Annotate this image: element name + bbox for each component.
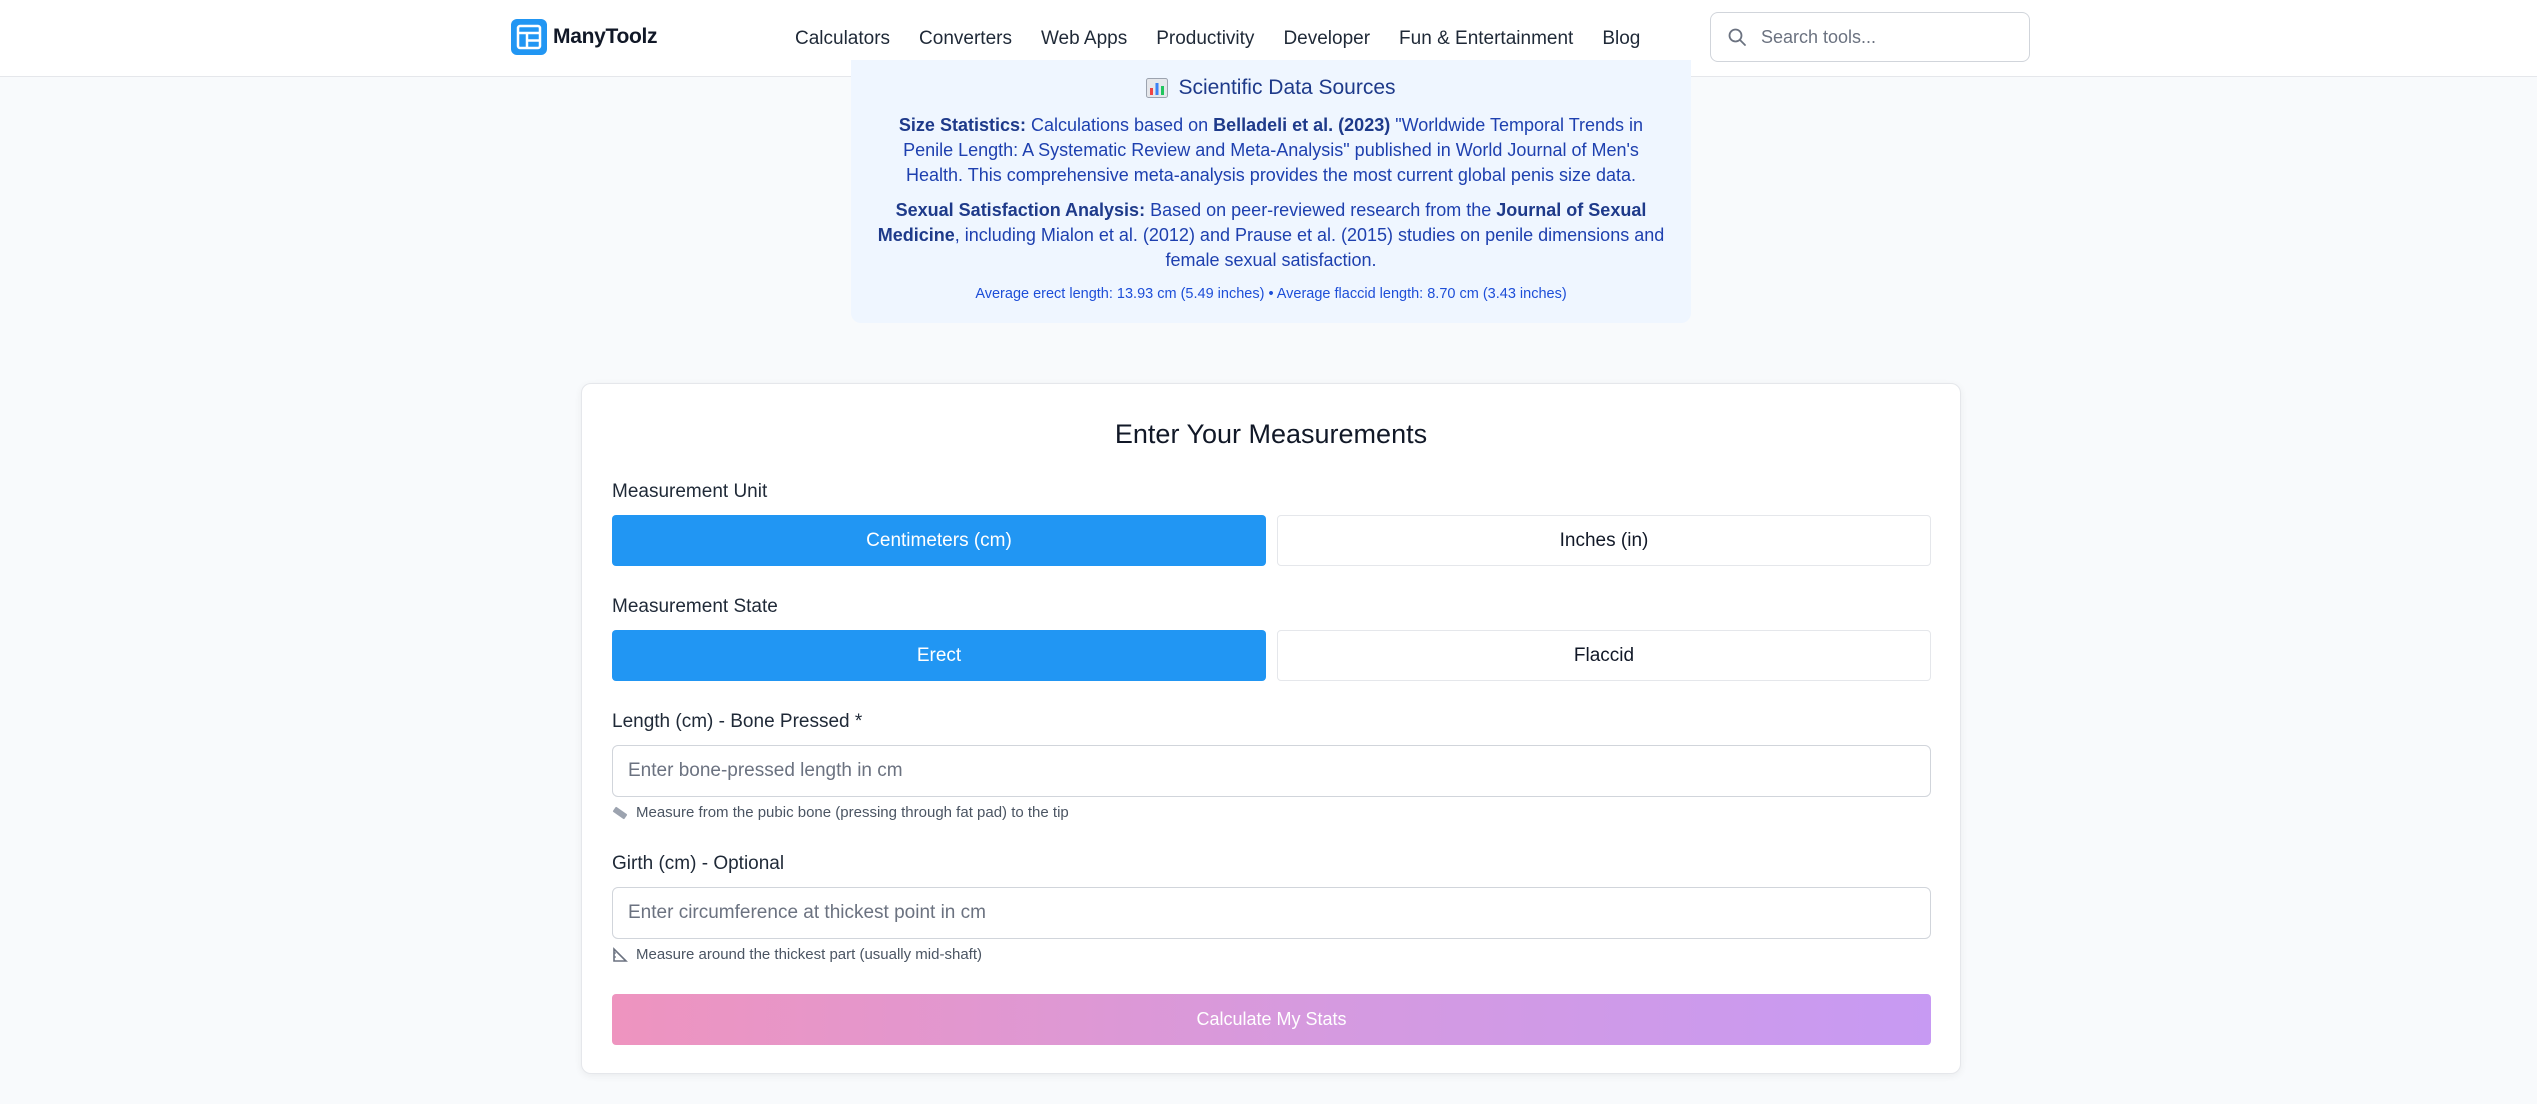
state-label: Measurement State (612, 596, 778, 617)
size-statistics-paragraph: Size Statistics: Calculations based on B… (881, 113, 1661, 188)
search-box[interactable] (1710, 12, 2030, 62)
size-statistics-label: Size Statistics: (898, 115, 1026, 135)
ruler-icon (612, 806, 628, 819)
belladeli-citation: Belladeli et al. (2023) (1213, 115, 1391, 135)
nav-web-apps[interactable]: Web Apps (1041, 28, 1127, 50)
girth-label: Girth (cm) - Optional (612, 853, 785, 874)
nav-blog[interactable]: Blog (1602, 28, 1640, 50)
bar-chart-icon (1146, 78, 1169, 98)
length-input[interactable] (612, 745, 1931, 797)
girth-input[interactable] (612, 887, 1931, 939)
search-icon (1728, 28, 1746, 46)
calculate-button[interactable]: Calculate My Stats (612, 994, 1931, 1045)
unit-centimeters-button[interactable]: Centimeters (cm) (612, 515, 1266, 566)
satisfaction-text-a: Based on peer-reviewed research from the (1150, 200, 1492, 220)
girth-hint: Measure around the thickest part (usuall… (612, 946, 982, 963)
size-statistics-text-a: Calculations based on (1030, 115, 1209, 135)
logo-text: ManyToolz (553, 25, 658, 48)
average-lengths-note: Average erect length: 13.93 cm (5.49 inc… (975, 286, 1567, 302)
nav-converters[interactable]: Converters (919, 28, 1012, 50)
satisfaction-label: Sexual Satisfaction Analysis: (895, 200, 1146, 220)
nav-productivity[interactable]: Productivity (1156, 28, 1254, 50)
unit-inches-button[interactable]: Inches (in) (1277, 515, 1931, 566)
triangle-ruler-icon (613, 946, 628, 962)
calculator-grid-icon (511, 19, 547, 55)
unit-label: Measurement Unit (612, 481, 768, 502)
length-label: Length (cm) - Bone Pressed * (612, 711, 863, 732)
girth-hint-text: Measure around the thickest part (usuall… (636, 946, 982, 963)
satisfaction-text-b: , including Mialon et al. (2012) and Pra… (954, 225, 1665, 270)
measurement-form-card: Enter Your Measurements Measurement Unit… (581, 383, 1961, 1074)
satisfaction-paragraph: Sexual Satisfaction Analysis: Based on p… (871, 198, 1671, 273)
sources-title-text: Scientific Data Sources (1178, 76, 1396, 99)
nav-fun-entertainment[interactable]: Fun & Entertainment (1399, 28, 1573, 50)
site-logo[interactable]: ManyToolz (511, 19, 658, 55)
length-hint: Measure from the pubic bone (pressing th… (612, 804, 1069, 821)
sources-title: Scientific Data Sources (851, 76, 1691, 100)
nav-developer[interactable]: Developer (1283, 28, 1370, 50)
search-input[interactable] (1761, 26, 2011, 48)
state-flaccid-button[interactable]: Flaccid (1277, 630, 1931, 681)
form-title: Enter Your Measurements (1114, 419, 1428, 449)
state-erect-button[interactable]: Erect (612, 630, 1266, 681)
length-hint-text: Measure from the pubic bone (pressing th… (636, 804, 1069, 821)
nav-calculators[interactable]: Calculators (795, 28, 890, 50)
scientific-sources-panel: Scientific Data Sources Size Statistics:… (851, 60, 1691, 323)
